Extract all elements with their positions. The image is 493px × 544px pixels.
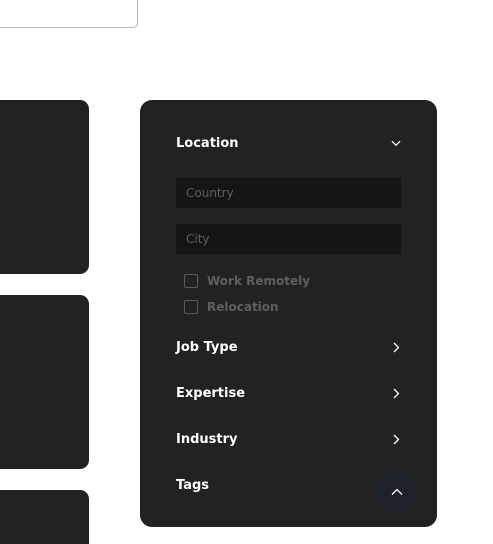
expertise-filter-label: Expertise [176, 385, 246, 401]
job-type-filter-header[interactable]: Job Type [176, 336, 401, 358]
location-filter-label: Location [176, 135, 239, 151]
chevron-right-icon[interactable] [391, 388, 401, 398]
work-remotely-option[interactable]: Work Remotely [184, 272, 310, 290]
work-remotely-checkbox[interactable] [184, 274, 198, 288]
chevron-up-icon [391, 488, 403, 495]
relocation-label: Relocation [207, 300, 279, 314]
job-card[interactable] [0, 490, 89, 544]
chevron-right-icon[interactable] [391, 342, 401, 352]
relocation-option[interactable]: Relocation [184, 298, 279, 316]
chevron-down-icon[interactable] [391, 138, 401, 148]
search-box[interactable] [0, 0, 138, 28]
country-input[interactable] [176, 178, 401, 208]
filter-panel: Location Work Remotely Relocation Job Ty… [140, 100, 437, 527]
relocation-checkbox[interactable] [184, 300, 198, 314]
job-type-filter-label: Job Type [176, 339, 238, 355]
job-card[interactable] [0, 295, 89, 469]
industry-filter-label: Industry [176, 431, 238, 447]
page: Location Work Remotely Relocation Job Ty… [0, 0, 493, 544]
chevron-right-icon[interactable] [391, 434, 401, 444]
job-card[interactable] [0, 100, 89, 274]
tags-filter-header[interactable]: Tags [176, 474, 401, 496]
scroll-to-top-button[interactable] [377, 472, 417, 512]
expertise-filter-header[interactable]: Expertise [176, 382, 401, 404]
industry-filter-header[interactable]: Industry [176, 428, 401, 450]
work-remotely-label: Work Remotely [207, 274, 311, 288]
tags-filter-label: Tags [176, 477, 210, 493]
city-input[interactable] [176, 224, 401, 254]
location-filter-header[interactable]: Location [176, 132, 401, 154]
